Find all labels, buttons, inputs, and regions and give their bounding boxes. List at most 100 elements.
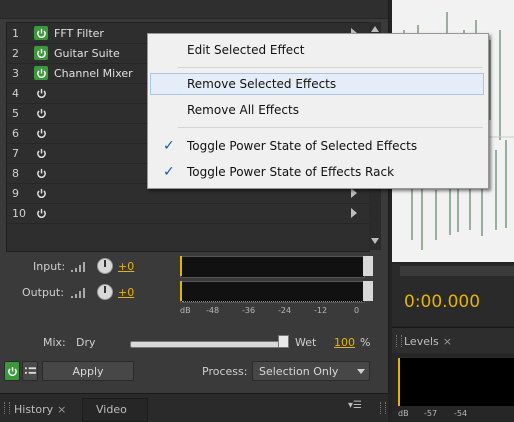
input-gain-knob[interactable]: [97, 258, 113, 274]
panel-grip-icon[interactable]: [4, 402, 10, 414]
power-icon[interactable]: [34, 166, 48, 180]
scale-tick: -48: [206, 306, 220, 315]
slot-effect-name: Channel Mixer: [54, 66, 133, 80]
output-meter-marker: [180, 281, 182, 301]
preset-list-button[interactable]: [22, 361, 38, 381]
power-icon[interactable]: [34, 86, 48, 100]
tab-video[interactable]: Video: [96, 400, 127, 418]
menu-item-toggle-power-rack[interactable]: ✓ Toggle Power State of Effects Rack: [150, 161, 484, 183]
power-icon[interactable]: [34, 106, 48, 120]
slot-number: 3: [12, 66, 19, 80]
input-gain-value[interactable]: +0: [118, 260, 134, 273]
menu-item-label: Toggle Power State of Selected Effects: [187, 139, 418, 153]
rack-power-button[interactable]: [4, 361, 20, 381]
menu-item-remove-all-effects[interactable]: Remove All Effects: [150, 99, 484, 121]
input-meter-clip: [363, 256, 373, 276]
effect-slot-10[interactable]: 10: [7, 203, 369, 224]
menu-item-label: Toggle Power State of Effects Rack: [187, 165, 395, 179]
tab-video-label: Video: [96, 402, 127, 416]
power-icon[interactable]: [34, 206, 48, 220]
close-icon[interactable]: ×: [57, 403, 66, 416]
mix-unit: %: [360, 336, 371, 349]
chevron-down-icon: [357, 369, 365, 374]
mix-label: Mix:: [43, 336, 66, 349]
input-meter-marker: [180, 256, 182, 276]
levels-scale-tick: -54: [454, 409, 468, 418]
scroll-up-icon[interactable]: [371, 26, 379, 32]
chevron-right-icon[interactable]: [351, 208, 357, 218]
panel-menu-icon[interactable]: ▾☰: [348, 400, 362, 411]
power-icon: [7, 366, 17, 376]
scale-tick: 0: [354, 306, 360, 315]
output-gain-value[interactable]: +0: [118, 286, 134, 299]
menu-item-label: Remove Selected Effects: [187, 77, 337, 91]
slot-effect-name: FFT Filter: [54, 26, 104, 40]
process-dropdown[interactable]: Selection Only: [252, 361, 370, 381]
checkmark-icon: ✓: [163, 164, 175, 180]
horizontal-scrollbar[interactable]: [400, 266, 514, 276]
process-dropdown-value: Selection Only: [259, 364, 339, 378]
slot-number: 6: [12, 126, 19, 140]
menu-item-label: Edit Selected Effect: [187, 43, 305, 57]
input-level-meter: [180, 256, 365, 278]
mix-dry-label: Dry: [76, 336, 96, 349]
timecode-display[interactable]: 0:00.000: [404, 292, 480, 312]
rack-button-row: Apply Process: Selection Only: [0, 356, 388, 386]
menu-item-remove-selected-effects[interactable]: Remove Selected Effects: [150, 73, 484, 95]
input-label: Input:: [33, 260, 66, 273]
slot-number: 10: [12, 206, 26, 220]
scale-tick: -36: [242, 306, 256, 315]
levels-tabbar: Levels ×: [392, 327, 514, 354]
power-icon[interactable]: [34, 66, 48, 80]
scale-db: dB: [180, 306, 191, 315]
menu-separator: [178, 127, 483, 128]
scroll-down-icon[interactable]: [371, 238, 379, 244]
panel-grip-icon[interactable]: [396, 335, 402, 347]
slot-number: 7: [12, 146, 19, 160]
apply-button[interactable]: Apply: [42, 361, 134, 381]
scale-tick: -24: [278, 306, 292, 315]
slot-number: 1: [12, 26, 19, 40]
close-icon[interactable]: ×: [443, 335, 452, 348]
power-icon[interactable]: [34, 146, 48, 160]
slot-number: 4: [12, 86, 19, 100]
slot-number: 8: [12, 166, 19, 180]
power-icon[interactable]: [34, 26, 48, 40]
menu-item-edit-selected-effect[interactable]: Edit Selected Effect: [150, 39, 484, 61]
rack-top-bar: [0, 0, 388, 19]
mix-slider-track[interactable]: [130, 341, 282, 348]
menu-item-toggle-power-selected[interactable]: ✓ Toggle Power State of Selected Effects: [150, 135, 484, 157]
scale-tick: -12: [314, 306, 328, 315]
level-bars-icon: [71, 288, 85, 298]
power-icon[interactable]: [34, 126, 48, 140]
process-label: Process:: [202, 365, 248, 378]
slot-number: 9: [12, 186, 19, 200]
output-meter-clip: [363, 281, 373, 301]
mix-value[interactable]: 100: [334, 336, 355, 349]
slot-effect-name: Guitar Suite: [54, 46, 120, 60]
tab-levels-label: Levels: [404, 334, 439, 348]
slot-number: 2: [12, 46, 19, 60]
power-icon[interactable]: [34, 186, 48, 200]
menu-item-label: Remove All Effects: [187, 103, 299, 117]
chevron-right-icon[interactable]: [351, 188, 357, 198]
output-level-meter: [180, 281, 365, 303]
tab-levels[interactable]: Levels ×: [404, 332, 452, 350]
context-menu: Edit Selected Effect Remove Selected Eff…: [147, 33, 489, 189]
levels-meter: [398, 358, 514, 406]
tab-history[interactable]: History ×: [14, 400, 66, 418]
output-label: Output:: [22, 286, 64, 299]
bottom-panel-tabbar: History × Video ▾☰: [0, 393, 388, 422]
panel-grip-icon[interactable]: [380, 402, 386, 414]
output-gain-knob[interactable]: [97, 284, 113, 300]
menu-separator: [178, 67, 483, 68]
mix-slider-handle[interactable]: [278, 335, 289, 348]
level-bars-icon: [71, 262, 85, 272]
mix-wet-label: Wet: [295, 336, 317, 349]
tab-history-label: History: [14, 402, 54, 416]
slot-number: 5: [12, 106, 19, 120]
list-icon: [24, 367, 36, 374]
power-icon[interactable]: [34, 46, 48, 60]
levels-scale-tick: -57: [424, 409, 438, 418]
levels-scale-db: dB: [398, 409, 409, 418]
